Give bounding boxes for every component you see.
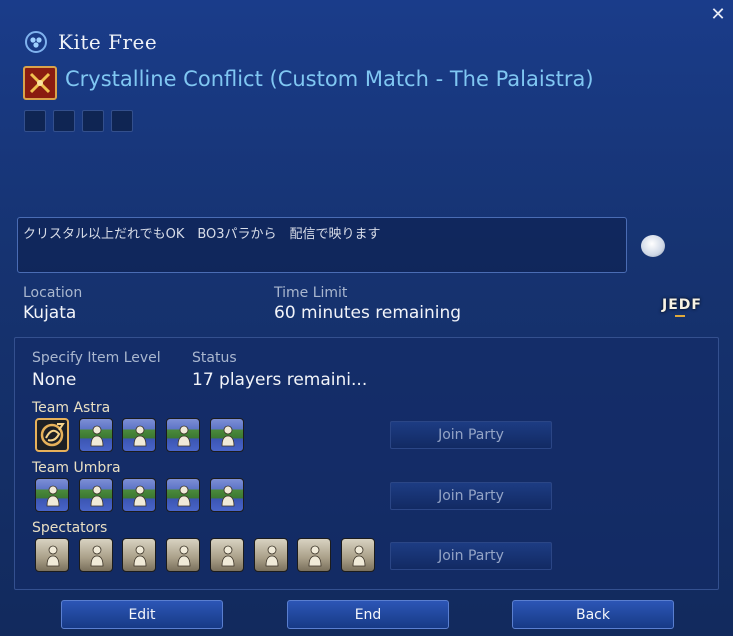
player-slot[interactable] — [78, 418, 113, 452]
empty-slot[interactable] — [166, 538, 201, 572]
empty-slot[interactable] — [297, 538, 332, 572]
spectators-label: Spectators — [32, 520, 108, 536]
player-slot[interactable] — [166, 418, 201, 452]
comment-text: クリスタル以上だれでもOK BO3パラから 配信で映ります — [23, 227, 381, 242]
time-limit-value: 60 minutes remaining — [274, 303, 462, 323]
status-value: 17 players remaini... — [192, 370, 368, 390]
party-leader-slot[interactable] — [35, 418, 69, 452]
end-button[interactable]: End — [287, 600, 449, 629]
location-label: Location — [23, 285, 83, 301]
join-party-button-spectators[interactable]: Join Party — [390, 542, 552, 570]
back-button[interactable]: Back — [512, 600, 674, 629]
team-astra-slots — [35, 418, 385, 452]
category-slot — [82, 110, 104, 132]
item-level-label: Specify Item Level — [32, 350, 161, 366]
player-slot[interactable] — [166, 478, 201, 512]
time-limit-label: Time Limit — [274, 285, 348, 301]
party-owner-name: Kite Free — [58, 30, 158, 54]
player-slot[interactable] — [35, 478, 69, 512]
join-party-button-umbra[interactable]: Join Party — [390, 482, 552, 510]
team-umbra-slots — [35, 478, 385, 512]
empty-slot[interactable] — [340, 538, 375, 572]
team-astra-label: Team Astra — [32, 400, 111, 416]
empty-slot[interactable] — [253, 538, 288, 572]
language-badge-underline — [675, 315, 685, 317]
empty-slot[interactable] — [209, 538, 244, 572]
team-umbra-label: Team Umbra — [32, 460, 121, 476]
category-slot — [111, 110, 133, 132]
party-finder-icon — [24, 30, 48, 54]
player-slot[interactable] — [209, 478, 244, 512]
duty-title: Crystalline Conflict (Custom Match - The… — [65, 67, 594, 91]
speech-bubble-icon[interactable] — [641, 235, 665, 257]
category-slot — [24, 110, 46, 132]
location-value: Kujata — [23, 303, 77, 323]
empty-slot[interactable] — [35, 538, 69, 572]
empty-slot[interactable] — [122, 538, 157, 572]
player-slot[interactable] — [78, 478, 113, 512]
player-slot[interactable] — [209, 418, 244, 452]
language-badge: JEDF — [662, 297, 702, 313]
edit-button[interactable]: Edit — [61, 600, 223, 629]
empty-slot[interactable] — [78, 538, 113, 572]
player-slot[interactable] — [122, 418, 157, 452]
close-icon[interactable]: ✕ — [709, 6, 727, 24]
item-level-value: None — [32, 370, 77, 390]
status-label: Status — [192, 350, 237, 366]
player-slot[interactable] — [122, 478, 157, 512]
crossed-swords-icon — [23, 66, 57, 100]
join-party-button-astra[interactable]: Join Party — [390, 421, 552, 449]
category-slot — [53, 110, 75, 132]
spectator-slots — [35, 538, 385, 572]
